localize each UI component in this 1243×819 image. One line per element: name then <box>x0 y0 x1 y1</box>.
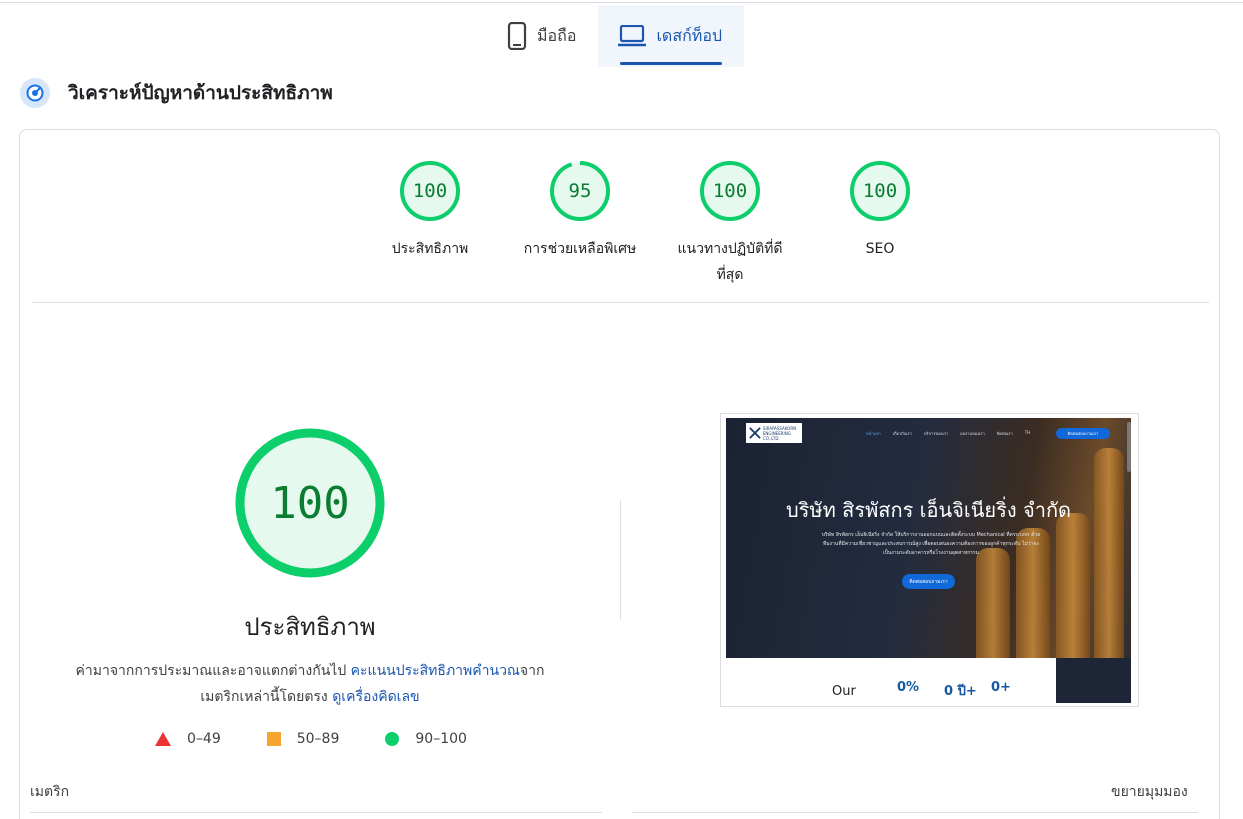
legend-range: 50–89 <box>296 731 340 747</box>
gauge-label: แนวทางปฏิบัติที่ดีที่สุด <box>665 236 795 288</box>
site-logo: SIRAPASSAKORN ENGINEERING CO.,LTD. <box>746 423 802 443</box>
performance-description: ค่ามาจากการประมาณและอาจแตกต่างกันไป คะแน… <box>60 658 560 710</box>
performance-title: ประสิทธิภาพ <box>244 613 376 641</box>
metrics-divider-right <box>632 812 1198 813</box>
gauge-ring: 100 <box>399 160 461 222</box>
performance-score-gauge: 100 <box>234 427 386 579</box>
gauge-accessibility[interactable]: 95 การช่วยเหลือพิเศษ <box>505 160 655 288</box>
score-calc-link[interactable]: คะแนนประสิทธิภาพคำนวณ <box>351 663 520 679</box>
gauge-label: SEO <box>865 241 895 257</box>
page-screenshot-thumbnail[interactable]: SIRAPASSAKORN ENGINEERING CO.,LTD. หน้าแร… <box>720 413 1139 707</box>
legend-average: 50–89 <box>266 731 340 747</box>
section-header: วิเคราะห์ปัญหาด้านประสิทธิภาพ <box>20 78 333 108</box>
pipe-image <box>1094 448 1124 658</box>
site-nav-cta: ติดต่อสอบถามเรา <box>1056 428 1110 439</box>
device-tabs: มือถือ เดสก์ท็อป <box>487 5 745 67</box>
gauge-label-line2: ที่สุด <box>716 267 744 283</box>
metrics-divider-left <box>30 812 602 813</box>
nav-link: บริการของเรา <box>923 431 949 436</box>
hero-title: บริษัท สิรพัสกร เอ็นจิเนียริ่ง จำกัด <box>785 498 1072 522</box>
gauge-performance[interactable]: 100 ประสิทธิภาพ <box>355 160 505 288</box>
screenshot-scrollbar <box>1127 422 1131 472</box>
gauge-score: 95 <box>568 180 592 202</box>
nav-link: ติดต่อเรา <box>996 431 1013 436</box>
pipe-image <box>1056 513 1090 658</box>
gauge-best-practices[interactable]: 100 แนวทางปฏิบัติที่ดีที่สุด <box>655 160 805 288</box>
card-divider <box>32 302 1209 303</box>
gauge-ring: 100 <box>699 160 761 222</box>
gauge-ring: 95 <box>549 160 611 222</box>
nav-link: เกี่ยวกับเรา <box>892 431 912 436</box>
laptop-icon <box>618 25 647 47</box>
gauge-score: 100 <box>862 180 898 202</box>
stat-value: 0+ <box>991 680 1011 695</box>
tab-desktop-label: เดสก์ท็อป <box>656 25 723 45</box>
gauge-score: 100 <box>412 180 448 202</box>
performance-score: 100 <box>270 477 350 529</box>
desc-prefix: ค่ามาจากการประมาณและอาจแตกต่างกันไป <box>75 663 351 679</box>
tab-desktop[interactable]: เดสก์ท็อป <box>598 5 745 67</box>
gauge-label-line1: แนวทางปฏิบัติที่ดี <box>677 241 783 257</box>
gauge-label: ประสิทธิภาพ <box>391 241 469 257</box>
score-legend: 0–49 50–89 90–100 <box>155 731 513 747</box>
vertical-divider <box>620 500 621 620</box>
gauge-label: การช่วยเหลือพิเศษ <box>523 241 637 257</box>
logo-text-2: ENGINEERING CO.,LTD. <box>762 430 791 441</box>
gauge-seo[interactable]: 100 SEO <box>805 160 955 288</box>
stat-value: 0 ปี+ <box>944 684 977 699</box>
circle-icon <box>385 732 400 746</box>
triangle-icon <box>155 732 171 746</box>
logo-mark-icon <box>749 427 761 439</box>
smartphone-icon <box>507 22 527 50</box>
legend-pass: 90–100 <box>385 731 467 747</box>
gauge-ring: 100 <box>849 160 911 222</box>
legend-range: 90–100 <box>415 731 467 747</box>
section-title: วิเคราะห์ปัญหาด้านประสิทธิภาพ <box>68 82 333 104</box>
tab-mobile-label: มือถือ <box>537 25 577 45</box>
gauge-score: 100 <box>712 180 748 202</box>
calculator-link[interactable]: ดูเครื่องคิดเลข <box>332 689 419 705</box>
nav-link: TH <box>1024 430 1031 435</box>
screenshot-content: SIRAPASSAKORN ENGINEERING CO.,LTD. หน้าแร… <box>726 418 1131 703</box>
legend-fail: 0–49 <box>155 731 221 747</box>
metrics-heading: เมตริก <box>30 784 70 800</box>
square-icon <box>266 732 281 746</box>
hero-subtitle: บริษัท สิรพัสกร เอ็นจิเนียริ่ง จำกัด ให้… <box>821 532 1041 556</box>
report-card: 100 ประสิทธิภาพ 95 การช่วยเหลือพิเศษ 100… <box>19 129 1220 819</box>
site-nav: SIRAPASSAKORN ENGINEERING CO.,LTD. หน้าแร… <box>726 418 1131 446</box>
pipe-image <box>976 548 1010 658</box>
performance-icon <box>20 78 50 108</box>
expand-view-button[interactable]: ขยายมุมมอง <box>1111 781 1188 803</box>
nav-link: ผลงานของเรา <box>960 431 985 436</box>
nav-link: หน้าแรก <box>866 431 881 436</box>
site-nav-links: หน้าแรก เกี่ยวกับเรา บริการของเรา ผลงานข… <box>866 430 1030 437</box>
stat-value: 0% <box>897 680 920 695</box>
stat-label: Our <box>832 684 856 699</box>
legend-range: 0–49 <box>187 731 221 747</box>
tab-mobile[interactable]: มือถือ <box>487 5 598 67</box>
hero-button: ติดต่อสอบถามเรา <box>902 574 955 589</box>
top-divider <box>0 2 1243 3</box>
score-gauges: 100 ประสิทธิภาพ 95 การช่วยเหลือพิเศษ 100… <box>355 160 955 288</box>
